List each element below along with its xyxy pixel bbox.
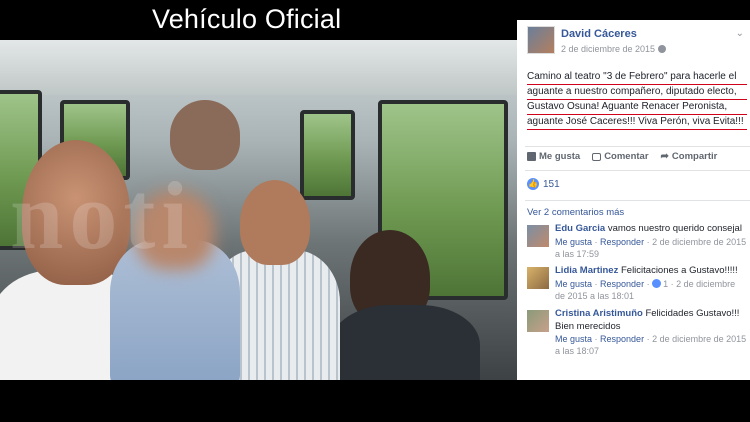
- share-button[interactable]: ➦ Compartir: [661, 151, 718, 162]
- share-icon: ➦: [660, 151, 669, 162]
- like-label: Me gusta: [539, 151, 581, 162]
- man-head: [240, 180, 310, 265]
- avatar[interactable]: [527, 225, 549, 247]
- post-date-text[interactable]: 2 de diciembre de 2015: [561, 44, 655, 54]
- avatar[interactable]: [527, 310, 549, 332]
- post-text-line: Camino al teatro "3 de Febrero" para hac…: [527, 70, 747, 85]
- like-count[interactable]: 👍 151: [527, 178, 560, 190]
- globe-icon: [658, 45, 667, 53]
- avatar[interactable]: [527, 26, 555, 54]
- divider: [525, 170, 750, 171]
- like-badge-icon: 👍: [527, 178, 539, 190]
- comment-text: Felicitaciones a Gustavo!!!!!: [620, 265, 738, 276]
- post-text: Camino al teatro "3 de Febrero" para hac…: [527, 70, 747, 130]
- bus-ceiling: [0, 40, 517, 95]
- overlay-title: Vehículo Oficial: [152, 4, 342, 34]
- comment-reply-link[interactable]: Responder: [600, 279, 644, 289]
- bus-window: [300, 110, 355, 200]
- comment-meta: Me gusta · Responder · 2 de diciembre de…: [555, 236, 747, 259]
- like-count-value: 151: [543, 178, 560, 190]
- woman-body: [330, 305, 480, 380]
- thumbs-up-icon: [527, 152, 536, 161]
- comment-like-count[interactable]: 1: [663, 279, 668, 289]
- post-text-line: aguante José Caceres!!! Viva Perón, viva…: [527, 115, 747, 130]
- facebook-post-panel: David Cáceres 2 de diciembre de 2015 ⌄ C…: [517, 20, 750, 380]
- watermark: noti: [10, 162, 195, 269]
- post-date[interactable]: 2 de diciembre de 2015: [561, 44, 667, 54]
- comment-author[interactable]: Cristina Aristimuño: [555, 308, 643, 319]
- comment-author[interactable]: Lidia Martinez: [555, 265, 618, 276]
- share-label: Compartir: [671, 151, 718, 162]
- comment-button[interactable]: Comentar: [592, 151, 649, 162]
- chevron-down-icon[interactable]: ⌄: [736, 28, 744, 39]
- comment-meta: Me gusta · Responder · 1 · 2 de diciembr…: [555, 278, 736, 301]
- comment-like-link[interactable]: Me gusta: [555, 237, 592, 247]
- comment-like-link[interactable]: Me gusta: [555, 334, 592, 344]
- post-author[interactable]: David Cáceres: [561, 28, 637, 40]
- comment-reply-link[interactable]: Responder: [600, 237, 644, 247]
- post-text-line: aguante a nuestro compañero, diputado el…: [527, 85, 747, 100]
- bus-photo: noti: [0, 40, 517, 380]
- divider: [525, 200, 750, 201]
- divider: [525, 146, 750, 147]
- comment-text: vamos nuestro querido consejal: [607, 223, 742, 234]
- like-button[interactable]: Me gusta: [527, 151, 580, 162]
- comment-like-link[interactable]: Me gusta: [555, 279, 592, 289]
- comment-meta: Me gusta · Responder · 2 de diciembre de…: [555, 334, 747, 356]
- comment-author[interactable]: Edu Garcia: [555, 223, 605, 234]
- more-comments-link[interactable]: Ver 2 comentarios más: [527, 207, 624, 218]
- comment-icon: [592, 152, 602, 161]
- post-actions: Me gusta Comentar ➦ Compartir: [527, 151, 747, 162]
- like-badge-icon: [652, 278, 662, 288]
- comment-label: Comentar: [604, 151, 649, 162]
- bottom-black-bar: [0, 380, 750, 422]
- comment-reply-link[interactable]: Responder: [600, 334, 644, 344]
- post-text-line: Gustavo Osuna! Aguante Renacer Peronista…: [527, 100, 747, 115]
- avatar[interactable]: [527, 267, 549, 289]
